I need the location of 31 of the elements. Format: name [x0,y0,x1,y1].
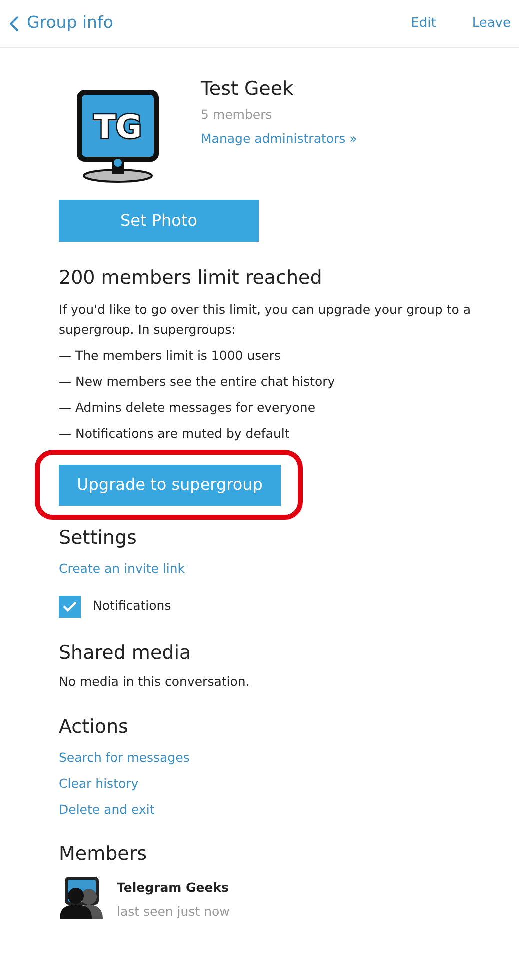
section-title: 200 members limit reached [59,267,324,290]
member-status: last seen just now [117,902,230,921]
action-link[interactable]: Delete and exit [59,800,155,820]
notifications-checkbox[interactable] [59,596,81,618]
group-name: Test Geek [201,77,295,101]
section-title: Actions [59,716,130,740]
notifications-label: Notifications [93,597,172,616]
action-link[interactable]: Search for messages [59,749,190,768]
leave-link[interactable]: Leave [472,14,511,34]
section-title: Members [59,843,148,866]
upgrade-button[interactable]: Upgrade to supergroup [59,464,281,506]
edit-link[interactable]: Edit [411,14,436,34]
members-count: 5 members [201,106,274,124]
set-photo-button[interactable]: Set Photo [59,200,259,242]
intro-text: If you'd like to go over this limit, you can upgrade your group to a supergroup. In supergroups: [59,300,472,339]
member-avatar [59,877,105,922]
empty-media-text: No media in this conversation. [59,673,251,692]
check-icon [63,601,77,612]
member-name[interactable]: Telegram Geeks [117,879,230,898]
chevron-left-icon [10,16,19,32]
section-title: Shared media [59,642,192,664]
feature-item: — Notifications are muted by default [59,424,291,443]
feature-item: — Admins delete messages for everyone [59,398,317,417]
section-title: Settings [59,526,138,550]
invite-link[interactable]: Create an invite link [59,560,186,578]
group-logo: TG [75,88,161,184]
feature-item: — The members limit is 1000 users [59,346,282,365]
feature-item: — New members see the entire chat history [59,372,336,391]
action-link[interactable]: Clear history [59,774,139,794]
back-link[interactable]: Group info [10,11,114,36]
manage-administrators-link[interactable]: Manage administrators » [201,130,358,148]
